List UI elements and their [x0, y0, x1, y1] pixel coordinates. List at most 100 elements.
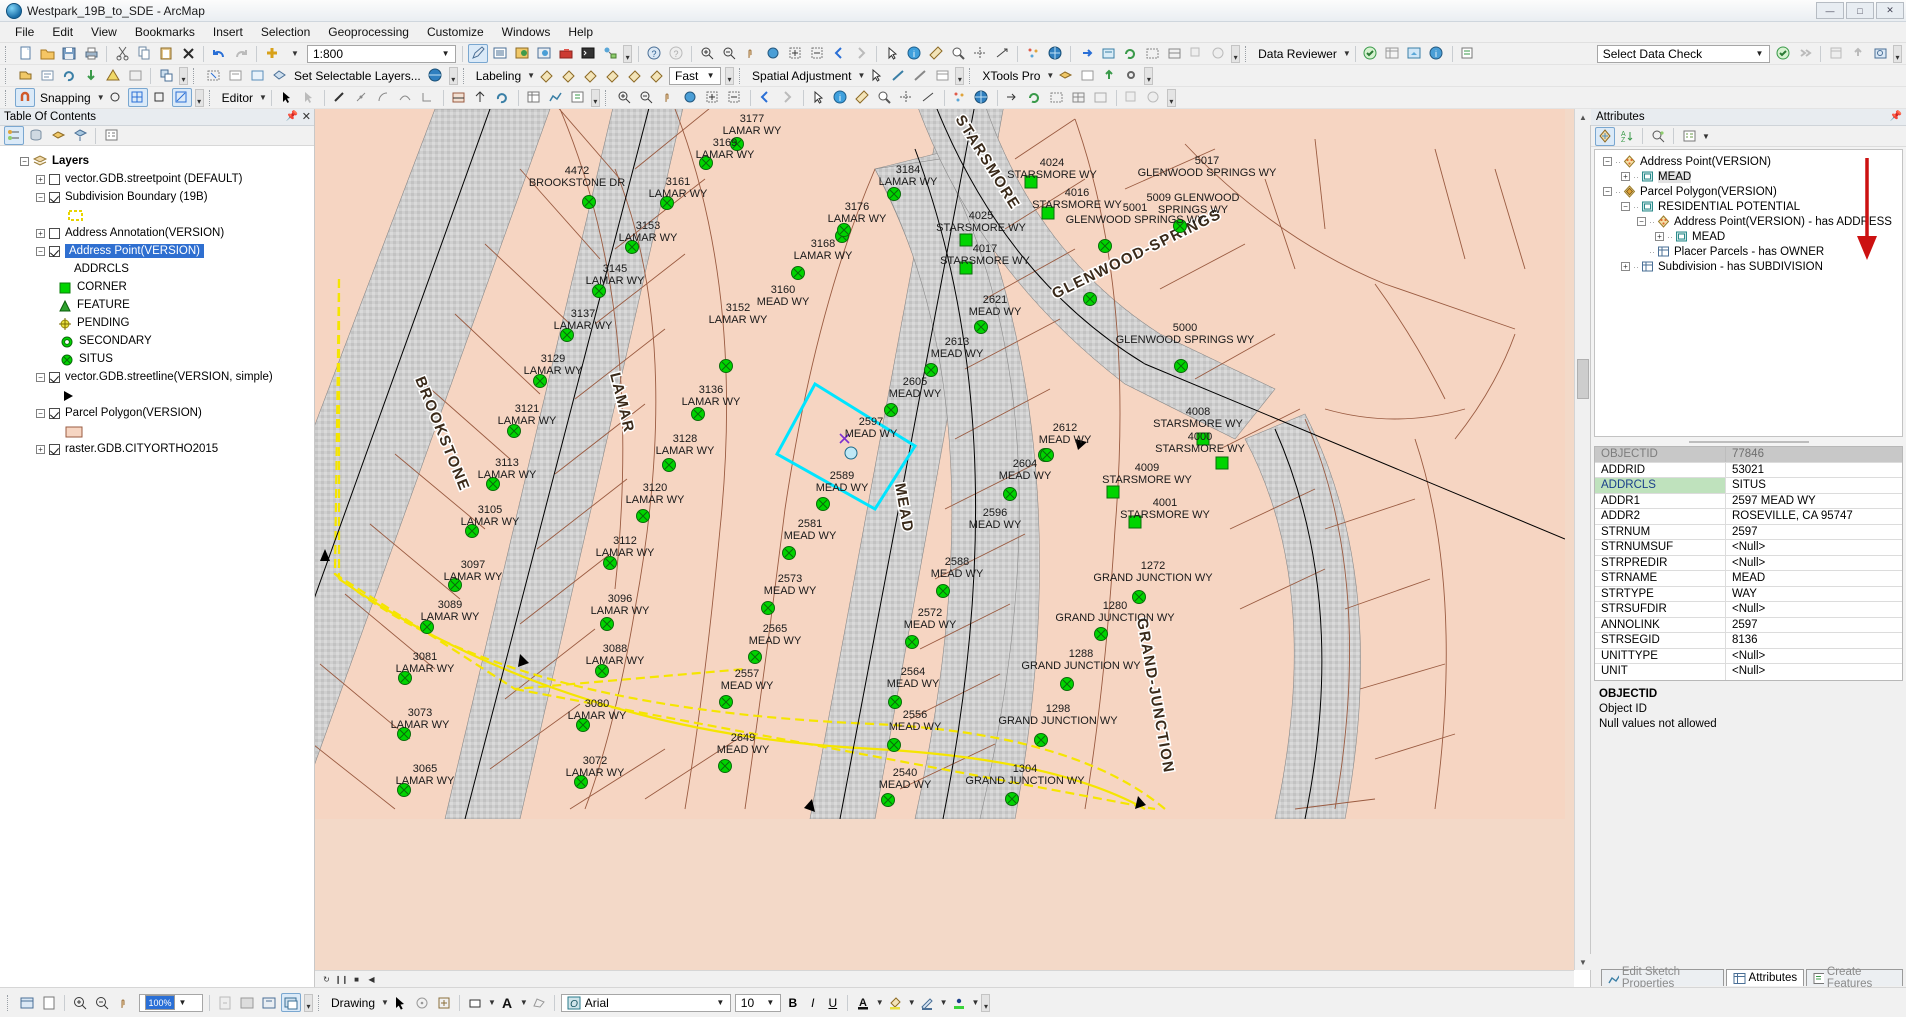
- globe-tool-icon[interactable]: [972, 88, 992, 107]
- expand-icon[interactable]: +: [1655, 232, 1664, 241]
- green-square-symbol[interactable]: [1215, 456, 1229, 470]
- menu-help[interactable]: Help: [559, 23, 602, 41]
- chevron-down-icon[interactable]: ▼: [703, 68, 718, 84]
- layer-checkbox[interactable]: [49, 371, 60, 383]
- table-row[interactable]: ADDR1 2597 MEAD WY: [1595, 493, 1902, 509]
- marker-color-icon[interactable]: [949, 993, 969, 1012]
- toolbar-grip[interactable]: [739, 67, 745, 84]
- collapse-icon[interactable]: −: [20, 156, 29, 166]
- endpoint-snap-icon[interactable]: [171, 88, 192, 107]
- menu-file[interactable]: File: [6, 23, 43, 41]
- expand-icon[interactable]: +: [36, 228, 45, 238]
- forward-extent-icon[interactable]: [778, 88, 798, 107]
- green-circle-x-symbol[interactable]: [761, 601, 775, 615]
- table-of-contents-icon[interactable]: [490, 44, 510, 63]
- edge-snap-icon[interactable]: [150, 88, 170, 107]
- globe-view-icon[interactable]: [1045, 44, 1065, 63]
- green-circle-x-symbol[interactable]: [782, 546, 796, 560]
- replica-icon[interactable]: [156, 66, 176, 85]
- scrollbar-thumb[interactable]: [1577, 359, 1589, 399]
- reviewer-info-icon[interactable]: i: [1427, 44, 1447, 63]
- font-size-combo[interactable]: 10 ▼: [734, 993, 781, 1012]
- grid-tool-icon[interactable]: [1047, 88, 1067, 107]
- fixed-zoom-out-icon[interactable]: [807, 44, 827, 63]
- archiving-icon[interactable]: [125, 66, 145, 85]
- xtools-dropdown-icon[interactable]: ▼: [1046, 71, 1054, 80]
- toggle-draft-mode-icon[interactable]: [281, 993, 301, 1012]
- attributes-options-icon[interactable]: [1679, 127, 1699, 146]
- table-row[interactable]: ADDR2 ROSEVILLE, CA 95747: [1595, 509, 1902, 525]
- chevron-down-icon[interactable]: ▼: [438, 46, 453, 62]
- label-weight-icon[interactable]: [580, 66, 600, 85]
- layout-zoom-combo[interactable]: 100% ▼: [139, 993, 203, 1012]
- spatial-adjustment-dropdown-icon[interactable]: ▼: [857, 71, 865, 80]
- collapse-icon[interactable]: −: [36, 372, 45, 382]
- sidebar-item-cityortho[interactable]: + raster.GDB.CITYORTHO2015: [0, 440, 314, 458]
- copy-parallel-icon[interactable]: [1122, 88, 1142, 107]
- rotate-element-icon[interactable]: [412, 993, 432, 1012]
- scroll-up-icon[interactable]: ▲: [1575, 109, 1591, 125]
- list-by-source-icon[interactable]: [26, 126, 46, 145]
- collapse-icon[interactable]: −: [1621, 202, 1630, 211]
- selection-overflow-button[interactable]: ▾: [448, 66, 458, 85]
- layout-pan-icon[interactable]: [114, 993, 134, 1012]
- drawing-overflow-button[interactable]: ▾: [981, 993, 991, 1012]
- modelbuilder-icon[interactable]: [600, 44, 620, 63]
- open-icon[interactable]: [37, 44, 57, 63]
- redo-icon[interactable]: [231, 44, 251, 63]
- grid3-tool-icon[interactable]: [1091, 88, 1111, 107]
- green-square-symbol[interactable]: [1106, 485, 1120, 499]
- grid-icon[interactable]: [1142, 44, 1162, 63]
- select-elements-icon[interactable]: [390, 993, 410, 1012]
- toc-root-layers[interactable]: − Layers: [0, 152, 314, 170]
- xtools-table-icon[interactable]: [1077, 66, 1097, 85]
- labeling-label[interactable]: Labeling: [472, 69, 525, 83]
- catalog-icon[interactable]: [512, 44, 532, 63]
- reviewer-table-icon[interactable]: [1383, 44, 1403, 63]
- green-circle-x-symbol[interactable]: [662, 458, 676, 472]
- menu-bookmarks[interactable]: Bookmarks: [126, 23, 204, 41]
- green-circle-x-symbol[interactable]: [1060, 677, 1074, 691]
- tab-create-features[interactable]: Create Features: [1806, 966, 1903, 990]
- list-by-selection-icon[interactable]: [70, 126, 90, 145]
- stop-icon[interactable]: ■: [349, 972, 364, 986]
- new-displacement-link-icon[interactable]: [888, 66, 908, 85]
- insert-point-icon[interactable]: [1003, 88, 1023, 107]
- back-extent-icon[interactable]: [756, 88, 776, 107]
- tab-edit-sketch-properties[interactable]: Edit Sketch Properties: [1601, 966, 1724, 990]
- font-color-icon[interactable]: A: [853, 993, 873, 1012]
- close-button[interactable]: ✕: [1876, 2, 1904, 19]
- reviewer-map-icon[interactable]: [1405, 44, 1425, 63]
- menu-insert[interactable]: Insert: [204, 23, 252, 41]
- label-lock-icon[interactable]: [602, 66, 622, 85]
- editor-overflow-button[interactable]: ▾: [590, 88, 600, 107]
- zoom-whole-page-icon[interactable]: [237, 993, 257, 1012]
- green-circle-x-symbol[interactable]: [719, 359, 733, 373]
- layer-checkbox[interactable]: [49, 227, 60, 239]
- green-circle-x-symbol[interactable]: [1094, 627, 1108, 641]
- collapse-icon[interactable]: −: [36, 246, 45, 256]
- green-circle-x-symbol[interactable]: [691, 407, 705, 421]
- editor-toolbar-icon[interactable]: [468, 44, 489, 63]
- edit-annotation-icon[interactable]: [299, 88, 319, 107]
- green-circle-x-symbol[interactable]: [636, 509, 650, 523]
- refresh-tool-icon[interactable]: [1025, 88, 1045, 107]
- table-row[interactable]: UNITTYPE <Null>: [1595, 648, 1902, 664]
- sidebar-item-streetpoint[interactable]: + vector.GDB.streetpoint (DEFAULT): [0, 170, 314, 188]
- identify-icon[interactable]: i: [904, 44, 924, 63]
- snapping-overflow-button[interactable]: ▾: [194, 88, 204, 107]
- layer-checkbox[interactable]: [49, 245, 60, 257]
- measure-tool-icon[interactable]: [853, 88, 873, 107]
- layout-zoom-in-icon[interactable]: [70, 993, 90, 1012]
- html-popup-icon[interactable]: [1098, 44, 1118, 63]
- straight-segment-icon[interactable]: [330, 88, 350, 107]
- green-circle-x-symbol[interactable]: [1098, 239, 1112, 253]
- green-circle-x-symbol[interactable]: [974, 320, 988, 334]
- cut-polygons-icon[interactable]: [449, 88, 469, 107]
- add-data-dropdown-icon[interactable]: ▼: [284, 44, 304, 63]
- table-row[interactable]: STRNUMSUF <Null>: [1595, 540, 1902, 556]
- full-extent-tool-icon[interactable]: [681, 88, 701, 107]
- new-text-icon[interactable]: A: [497, 993, 517, 1012]
- menu-edit[interactable]: Edit: [43, 23, 82, 41]
- nudge-icon[interactable]: [434, 993, 454, 1012]
